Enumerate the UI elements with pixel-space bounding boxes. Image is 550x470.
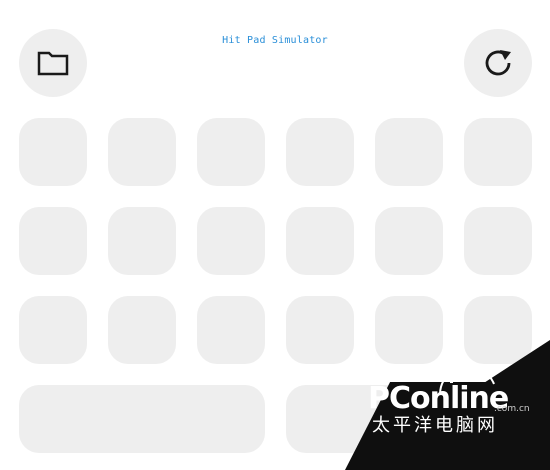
pad-button[interactable] — [19, 118, 87, 186]
app-title: Hit Pad Simulator — [222, 35, 328, 46]
pad-button[interactable] — [286, 118, 354, 186]
wide-pad-left[interactable] — [19, 385, 265, 453]
pad-button[interactable] — [464, 207, 532, 275]
watermark-suffix: .com.cn — [494, 404, 530, 414]
reset-button[interactable] — [464, 29, 532, 97]
pad-button[interactable] — [19, 296, 87, 364]
pad-button[interactable] — [286, 207, 354, 275]
pad-button[interactable] — [464, 118, 532, 186]
watermark-logo: PConline — [368, 381, 509, 416]
pad-button[interactable] — [375, 118, 443, 186]
pad-button[interactable] — [197, 207, 265, 275]
watermark-subtitle: 太平洋电脑网 — [372, 415, 498, 436]
pad-button[interactable] — [19, 207, 87, 275]
rotate-clockwise-icon — [485, 50, 511, 76]
pad-button[interactable] — [375, 207, 443, 275]
pad-button[interactable] — [197, 118, 265, 186]
pad-button[interactable] — [108, 207, 176, 275]
pad-button[interactable] — [108, 296, 176, 364]
pad-button[interactable] — [286, 296, 354, 364]
pad-button[interactable] — [197, 296, 265, 364]
open-folder-button[interactable] — [19, 29, 87, 97]
folder-icon — [37, 51, 69, 76]
pad-button[interactable] — [108, 118, 176, 186]
